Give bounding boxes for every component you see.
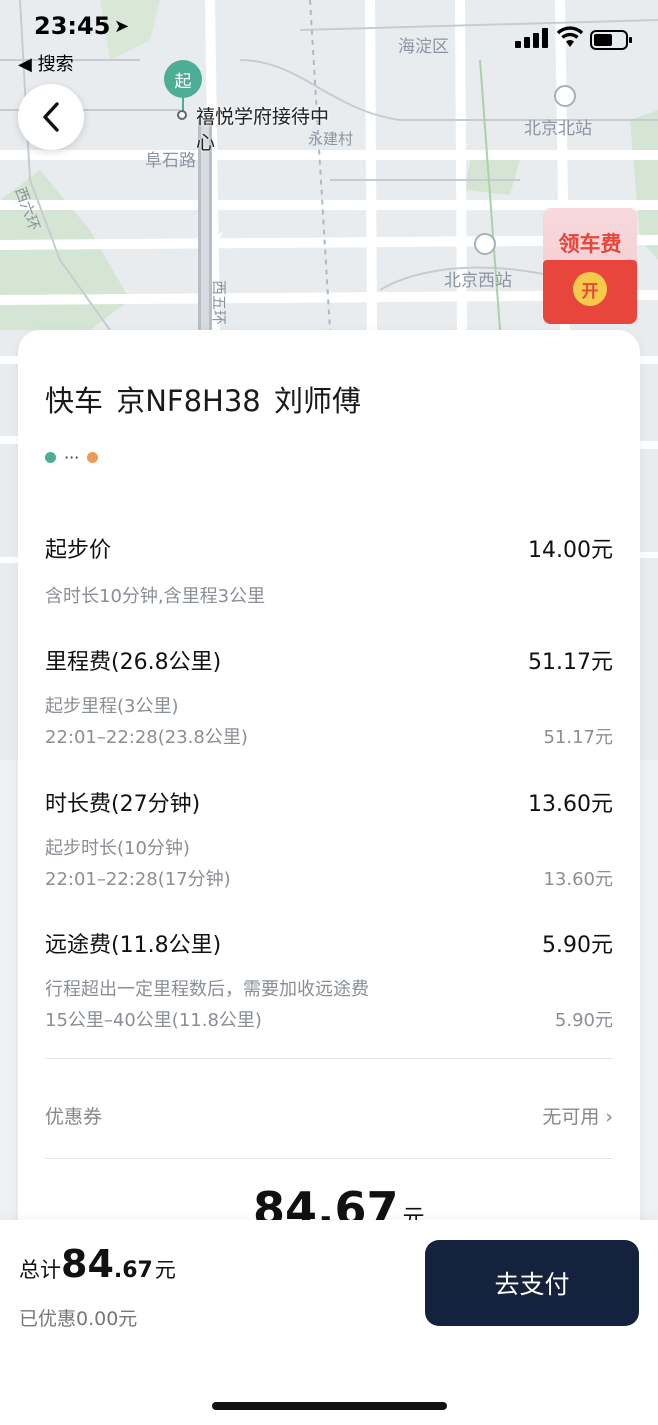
discount-text: 已优惠0.00元 bbox=[19, 1308, 138, 1330]
map-label-fushilu: 阜石路 bbox=[145, 151, 196, 171]
map-label-west-fifth-ring: 西五环 bbox=[210, 280, 228, 326]
divider bbox=[45, 1158, 613, 1159]
cellular-signal-icon bbox=[515, 28, 548, 48]
map-label-beijing-west: 北京西站 bbox=[444, 271, 512, 291]
start-location-label: 禧悦学府接待中 心 bbox=[196, 104, 329, 156]
home-indicator[interactable] bbox=[212, 1402, 447, 1410]
fee-note: 起步里程(3公里) bbox=[45, 696, 179, 717]
total-unit: 元 bbox=[154, 1258, 176, 1282]
fee-value: 51.17元 bbox=[528, 650, 613, 675]
trip-title: 快车 京NF8H38 刘师傅 bbox=[45, 384, 361, 418]
pay-button[interactable]: 去支付 bbox=[425, 1240, 639, 1326]
fee-note: 22:01–22:28(17分钟) bbox=[45, 869, 231, 890]
origin-dot-icon bbox=[45, 452, 56, 463]
fee-sub-value: 51.17元 bbox=[543, 727, 613, 748]
total-summary: 总计84.67元 bbox=[19, 1242, 176, 1286]
fee-label: 时长费(27分钟) bbox=[45, 792, 201, 817]
fee-value: 5.90元 bbox=[542, 933, 613, 958]
battery-icon bbox=[590, 30, 632, 50]
fee-note: 起步时长(10分钟) bbox=[45, 838, 190, 859]
total-integer: 84 bbox=[61, 1242, 114, 1286]
status-time: 23:45 bbox=[34, 12, 111, 40]
chevron-left-icon bbox=[43, 102, 59, 132]
payment-bar: 总计84.67元 已优惠0.00元 去支付 bbox=[0, 1220, 658, 1425]
back-to-app-link[interactable]: ◀ 搜索 bbox=[18, 50, 74, 76]
fee-value: 13.60元 bbox=[528, 792, 613, 817]
red-packet-label: 领车费 bbox=[558, 232, 622, 256]
fee-note: 22:01–22:28(23.8公里) bbox=[45, 727, 248, 748]
coupon-selector[interactable]: 无可用 › bbox=[542, 1102, 613, 1129]
status-bar: 23:45 ➤ ◀ 搜索 bbox=[0, 0, 658, 80]
fee-note: 含时长10分钟,含里程3公里 bbox=[45, 586, 266, 607]
coupon-label: 优惠券 bbox=[45, 1106, 103, 1128]
fare-detail-card: 快车 京NF8H38 刘师傅 ··· 起步价 14.00元 含时长10分钟,含里… bbox=[18, 330, 640, 1290]
fee-label: 里程费(26.8公里) bbox=[45, 650, 222, 675]
start-location-dot bbox=[177, 110, 187, 120]
fee-note: 15公里–40公里(11.8公里) bbox=[45, 1010, 262, 1031]
location-arrow-icon: ➤ bbox=[114, 16, 130, 37]
fee-sub-value: 13.60元 bbox=[543, 869, 613, 890]
start-label-line2: 心 bbox=[196, 132, 216, 154]
map-label-beijing-north: 北京北站 bbox=[524, 119, 592, 139]
fee-sub-value: 5.90元 bbox=[554, 1010, 613, 1031]
back-button[interactable] bbox=[18, 84, 84, 150]
fee-label: 起步价 bbox=[45, 538, 112, 563]
divider bbox=[45, 1058, 613, 1059]
wifi-icon bbox=[557, 26, 583, 47]
red-packet-promo[interactable]: 领车费 开 bbox=[543, 208, 637, 324]
ellipsis-icon: ··· bbox=[64, 448, 80, 467]
coin-icon: 开 bbox=[573, 272, 607, 306]
destination-dot-icon bbox=[87, 452, 99, 463]
total-label: 总计 bbox=[19, 1258, 61, 1282]
route-dots: ··· bbox=[45, 448, 99, 467]
fee-note: 行程超出一定里程数后，需要加收远途费 bbox=[45, 979, 369, 1000]
start-label-line1: 禧悦学府接待中 bbox=[196, 106, 330, 128]
fee-value: 14.00元 bbox=[528, 538, 613, 563]
total-decimal: .67 bbox=[113, 1258, 153, 1283]
fee-label: 远途费(11.8公里) bbox=[45, 933, 222, 958]
